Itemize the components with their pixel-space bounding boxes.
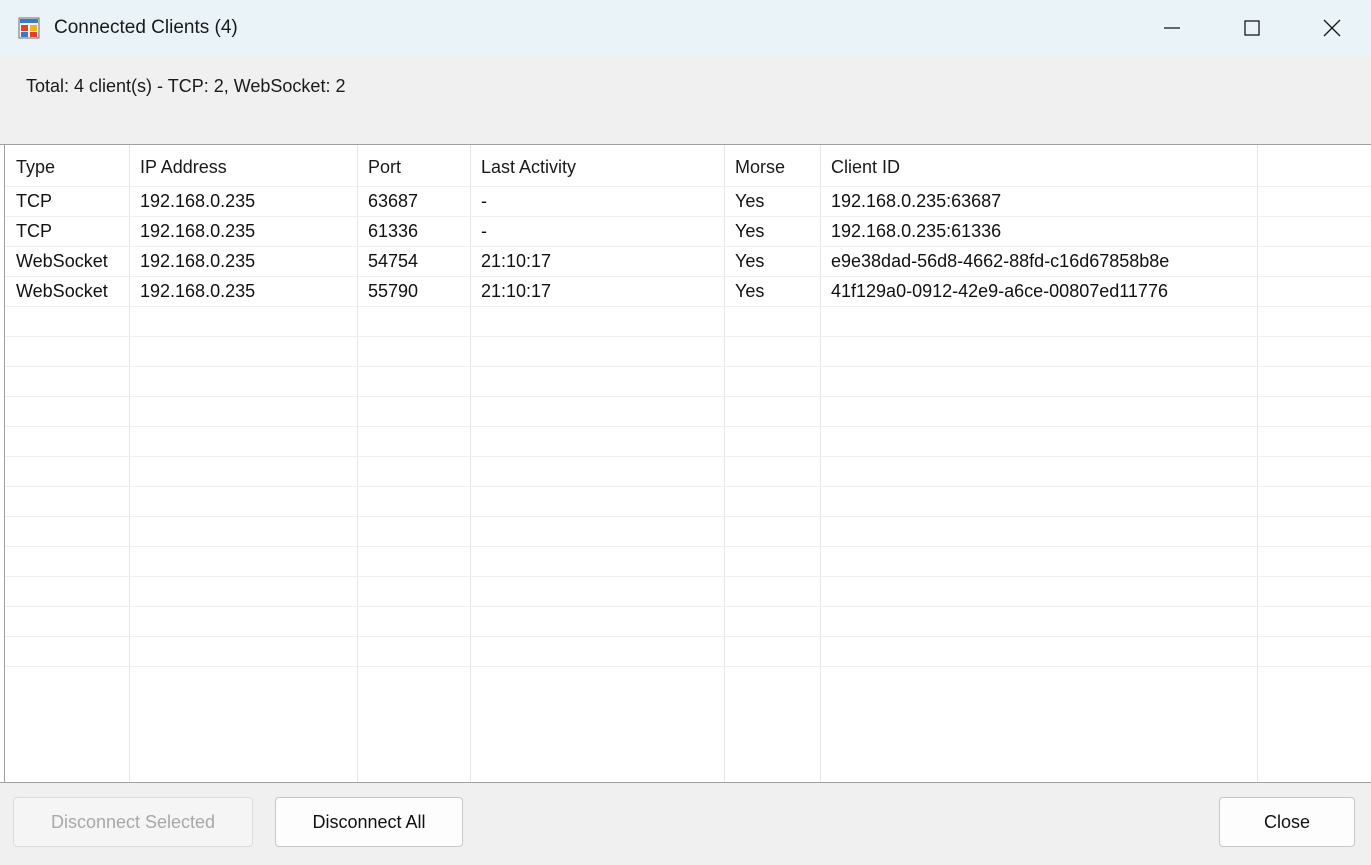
column-header[interactable]: Port <box>368 156 401 178</box>
table-cell: Yes <box>735 191 765 211</box>
window-title: Connected Clients (4) <box>54 17 238 38</box>
row-divider <box>5 426 1371 427</box>
row-divider <box>5 306 1371 307</box>
table-cell: Yes <box>735 281 765 301</box>
table-row[interactable]: WebSocket 192.168.0.235 54754 21:10:17 Yes e9… <box>5 246 1371 276</box>
table-cell: 192.168.0.235 <box>140 281 256 301</box>
table-row[interactable]: TCP 192.168.0.235 63687 - Yes 192.168.0.235:6… <box>5 186 1371 216</box>
row-divider <box>5 606 1371 607</box>
table-cell: Yes <box>735 251 765 271</box>
table-cell: 63687 <box>368 191 419 211</box>
maximize-button[interactable] <box>1211 0 1293 56</box>
summary-panel: Total: 4 client(s) - TCP: 2, WebSocket: … <box>0 56 1371 145</box>
table-cell: 192.168.0.235 <box>140 191 256 211</box>
column-header[interactable]: Last Activity <box>481 156 576 178</box>
close-button[interactable]: Close <box>1219 797 1355 847</box>
summary-label: Total: 4 client(s) - TCP: 2, WebSocket: … <box>26 76 346 96</box>
table-cell: 192.168.0.235:63687 <box>831 191 1002 211</box>
table-cell: WebSocket <box>16 281 108 301</box>
row-divider <box>5 636 1371 637</box>
app-window-icon <box>18 17 40 39</box>
table-cell: - <box>481 191 487 211</box>
minimize-button[interactable] <box>1131 0 1213 56</box>
row-divider <box>5 366 1371 367</box>
table-cell: 21:10:17 <box>481 281 552 301</box>
close-icon <box>1323 19 1341 37</box>
row-divider <box>5 516 1371 517</box>
table-cell: 54754 <box>368 251 419 271</box>
table-cell: 61336 <box>368 221 419 241</box>
table-cell: Yes <box>735 221 765 241</box>
row-divider <box>5 336 1371 337</box>
column-header[interactable]: Type <box>16 156 55 178</box>
minimize-icon <box>1164 27 1180 29</box>
table-cell: WebSocket <box>16 251 108 271</box>
clients-grid[interactable]: Type IP Address Port Last Activity Morse Clie… <box>4 145 1371 782</box>
row-divider <box>5 666 1371 667</box>
row-divider <box>5 486 1371 487</box>
table-row[interactable]: WebSocket 192.168.0.235 55790 21:10:17 Yes 41… <box>5 276 1371 306</box>
title-bar[interactable]: Connected Clients (4) <box>0 0 1371 56</box>
column-header[interactable]: Morse <box>735 156 785 178</box>
table-cell: 21:10:17 <box>481 251 552 271</box>
table-cell: - <box>481 221 487 241</box>
table-cell: 55790 <box>368 281 419 301</box>
footer-panel: Disconnect Selected Disconnect All Close <box>0 782 1371 865</box>
table-cell: 192.168.0.235:61336 <box>831 221 1002 241</box>
close-window-button[interactable] <box>1291 0 1371 56</box>
column-header[interactable]: IP Address <box>140 156 227 178</box>
table-cell: 192.168.0.235 <box>140 251 256 271</box>
table-cell: 41f129a0-0912-42e9-a6ce-00807ed11776 <box>831 281 1168 301</box>
table-row[interactable]: TCP 192.168.0.235 61336 - Yes 192.168.0.235:6… <box>5 216 1371 246</box>
row-divider <box>5 576 1371 577</box>
table-cell: 192.168.0.235 <box>140 221 256 241</box>
disconnect-selected-button[interactable]: Disconnect Selected <box>13 797 253 847</box>
table-cell: e9e38dad-56d8-4662-88fd-c16d67858b8e <box>831 251 1170 271</box>
row-divider <box>5 546 1371 547</box>
disconnect-all-button[interactable]: Disconnect All <box>275 797 463 847</box>
row-divider <box>5 456 1371 457</box>
row-divider <box>5 396 1371 397</box>
column-header[interactable]: Client ID <box>831 156 900 178</box>
maximize-icon <box>1244 20 1260 36</box>
table-cell: TCP <box>16 221 52 241</box>
table-cell: TCP <box>16 191 52 211</box>
